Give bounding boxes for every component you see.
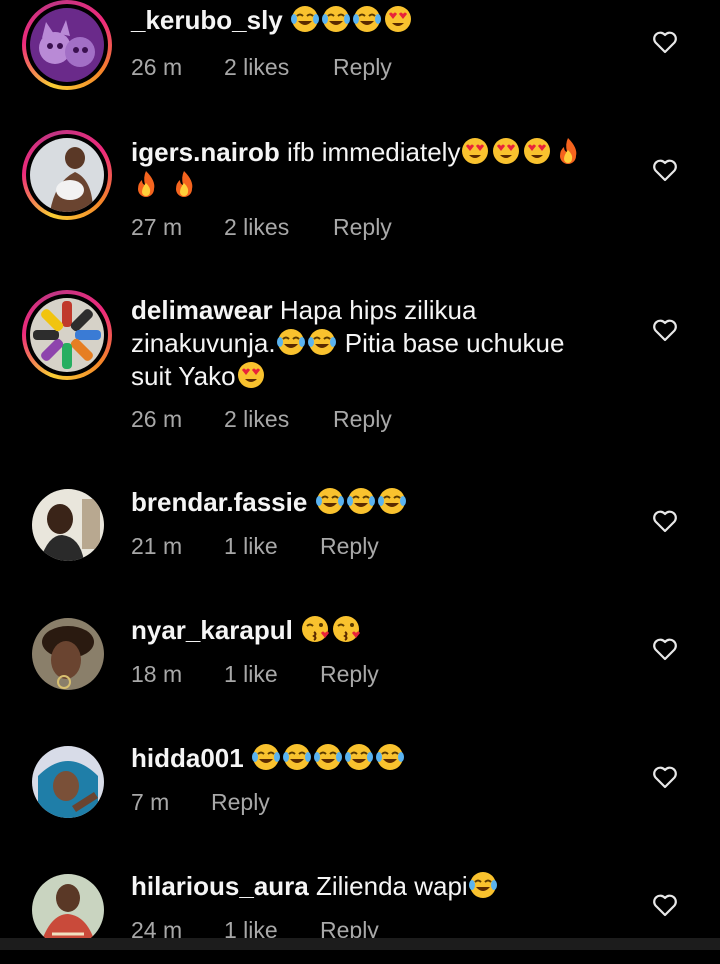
comment-body: zinakuvunja. <box>131 328 276 358</box>
reply-button[interactable]: Reply <box>320 533 379 560</box>
heart-eyes-emoji-icon <box>491 136 521 166</box>
comment-body <box>293 615 300 645</box>
heart-outline-icon[interactable] <box>652 509 678 533</box>
likes-count[interactable]: 2 likes <box>224 54 289 81</box>
comment-body <box>307 487 314 517</box>
selfie-avatar-image <box>32 618 104 690</box>
likes-count[interactable]: 1 like <box>224 661 278 688</box>
laughing-crying-emoji-icon <box>377 486 407 516</box>
laughing-crying-emoji-icon <box>251 742 281 772</box>
timestamp: 7 m <box>131 789 170 815</box>
avatar[interactable] <box>22 130 112 220</box>
username-link[interactable]: _kerubo_sly <box>131 5 283 35</box>
laughing-crying-emoji-icon <box>321 4 351 34</box>
avatar[interactable] <box>22 746 112 836</box>
comment-body: suit Yako <box>131 361 236 391</box>
comment-body: Pitia base uchukue <box>337 328 565 358</box>
comment-body <box>244 743 251 773</box>
bottom-bar <box>0 938 720 950</box>
heart-eyes-emoji-icon <box>460 136 490 166</box>
laughing-crying-emoji-icon <box>315 486 345 516</box>
likes-count[interactable]: 1 like <box>224 533 278 560</box>
reply-button[interactable]: Reply <box>333 406 392 433</box>
purple-cat-avatar-image <box>30 8 104 82</box>
timestamp: 27 m <box>131 214 183 240</box>
username-link[interactable]: brendar.fassie <box>131 487 307 517</box>
timestamp: 26 m <box>131 406 183 432</box>
avatar[interactable] <box>22 489 112 579</box>
laughing-crying-emoji-icon <box>313 742 343 772</box>
laughing-crying-emoji-icon <box>276 327 306 357</box>
laughing-crying-emoji-icon <box>290 4 320 34</box>
comment-text: hilarious_aura Zilienda wapi <box>131 870 621 903</box>
comment-text: nyar_karapul <box>131 614 621 647</box>
comment-body: Zilienda wapi <box>308 871 468 901</box>
likes-count[interactable]: 2 likes <box>224 406 289 433</box>
reply-button[interactable]: Reply <box>333 54 392 81</box>
timestamp: 18 m <box>131 661 183 687</box>
timestamp: 26 m <box>131 54 183 80</box>
selfie-avatar-image <box>32 489 104 561</box>
selfie-avatar-image <box>32 746 104 818</box>
comment-text: hidda001 <box>131 742 621 775</box>
avatar[interactable] <box>22 618 112 708</box>
username-link[interactable]: delimawear <box>131 295 273 325</box>
timestamp: 21 m <box>131 533 183 559</box>
fire-emoji-icon <box>169 169 199 199</box>
reply-button[interactable]: Reply <box>211 789 270 816</box>
shoes-avatar-image <box>30 298 104 372</box>
heart-eyes-emoji-icon <box>236 360 266 390</box>
laughing-crying-emoji-icon <box>468 870 498 900</box>
fire-emoji-icon <box>131 169 161 199</box>
woman-avatar-image <box>30 138 104 212</box>
laughing-crying-emoji-icon <box>344 742 374 772</box>
username-link[interactable]: nyar_karapul <box>131 615 293 645</box>
selfie-avatar-image <box>32 874 104 946</box>
laughing-crying-emoji-icon <box>352 4 382 34</box>
kissing-emoji-icon <box>331 614 361 644</box>
heart-eyes-emoji-icon <box>383 4 413 34</box>
kissing-emoji-icon <box>300 614 330 644</box>
laughing-crying-emoji-icon <box>346 486 376 516</box>
comment-text: delimawear Hapa hips zilikua zinakuvunja… <box>131 294 621 393</box>
avatar[interactable] <box>22 874 112 964</box>
reply-button[interactable]: Reply <box>333 214 392 241</box>
username-link[interactable]: hilarious_aura <box>131 871 309 901</box>
avatar[interactable] <box>22 290 112 380</box>
heart-eyes-emoji-icon <box>522 136 552 166</box>
likes-count[interactable]: 2 likes <box>224 214 289 241</box>
avatar[interactable] <box>22 0 112 90</box>
heart-outline-icon[interactable] <box>652 637 678 661</box>
fire-emoji-icon <box>553 136 583 166</box>
reply-button[interactable]: Reply <box>320 661 379 688</box>
comment-text: brendar.fassie <box>131 486 621 519</box>
comment-text: igers.nairob ifb immediately <box>131 136 621 202</box>
heart-outline-icon[interactable] <box>652 318 678 342</box>
username-link[interactable]: igers.nairob <box>131 137 280 167</box>
username-link[interactable]: hidda001 <box>131 743 244 773</box>
comment-body: Hapa hips zilikua <box>272 295 477 325</box>
heart-outline-icon[interactable] <box>652 158 678 182</box>
heart-outline-icon[interactable] <box>652 30 678 54</box>
laughing-crying-emoji-icon <box>375 742 405 772</box>
comment-body: ifb immediately <box>279 137 461 167</box>
laughing-crying-emoji-icon <box>307 327 337 357</box>
heart-outline-icon[interactable] <box>652 765 678 789</box>
heart-outline-icon[interactable] <box>652 893 678 917</box>
comment-text: _kerubo_sly <box>131 4 621 37</box>
laughing-crying-emoji-icon <box>282 742 312 772</box>
